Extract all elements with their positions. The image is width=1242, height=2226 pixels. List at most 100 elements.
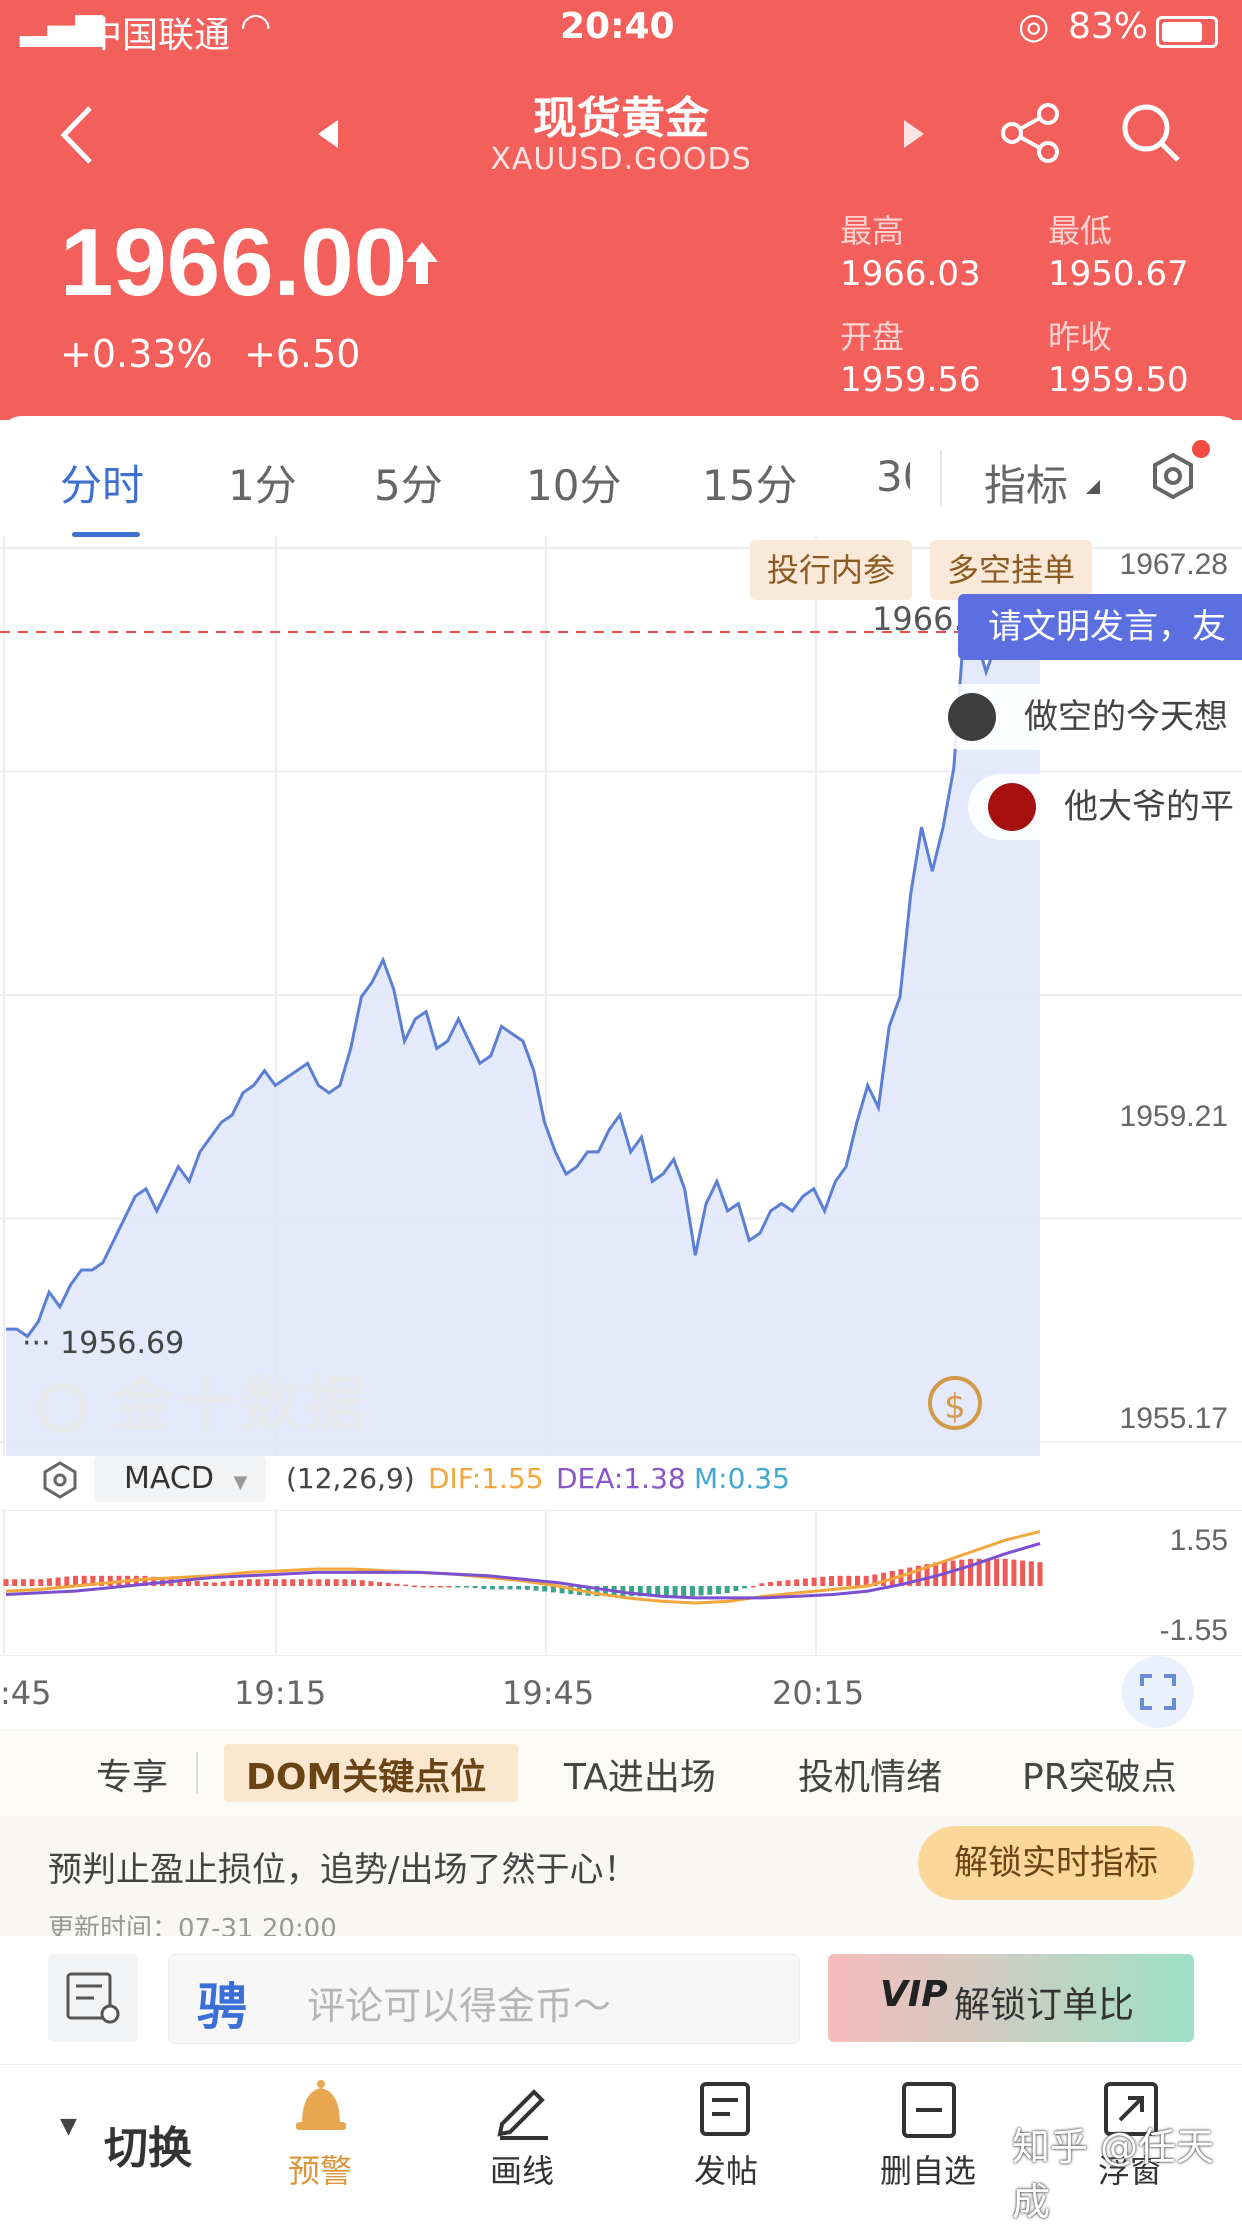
- macd-bar: [264, 1579, 270, 1586]
- macd-selector[interactable]: MACD ▼: [94, 1456, 266, 1502]
- tab-intraday[interactable]: 分时: [60, 452, 144, 513]
- stat-low-label: 最低: [1048, 212, 1113, 250]
- macd-bar: [829, 1576, 834, 1586]
- macd-bar: [246, 1579, 252, 1586]
- macd-bar: [802, 1578, 808, 1586]
- subtab-breakout[interactable]: PR突破点: [1022, 1748, 1177, 1800]
- search-icon[interactable]: [1118, 100, 1184, 166]
- unlock-indicator-button[interactable]: 解锁实时指标: [918, 1826, 1194, 1900]
- subtab-dom[interactable]: DOM关键点位: [246, 1748, 486, 1800]
- current-price-tag: 1966.: [872, 600, 964, 638]
- macd-settings-icon[interactable]: [42, 1460, 78, 1500]
- chevron-down-icon: ▼: [233, 1472, 248, 1493]
- settings-gear-icon[interactable]: [1148, 450, 1198, 504]
- intraday-price-chart[interactable]: [0, 536, 1242, 1456]
- tab-5min[interactable]: 5分: [374, 452, 443, 513]
- nav-draw[interactable]: 画线: [452, 2146, 592, 2192]
- subtab-sentiment[interactable]: 投机情绪: [798, 1748, 942, 1800]
- stat-prevclose-value: 1959.50: [1048, 360, 1189, 400]
- macd-bar: [785, 1580, 791, 1586]
- tab-30min[interactable]: 30: [876, 452, 910, 501]
- stat-prevclose-label: 昨收: [1048, 318, 1113, 356]
- stat-high-label: 最高: [840, 212, 905, 250]
- macd-bar: [498, 1586, 504, 1590]
- macd-bar: [776, 1581, 782, 1586]
- macd-bar: [1028, 1561, 1034, 1586]
- wifi-icon: ◠: [240, 6, 272, 47]
- macd-bar: [1011, 1559, 1017, 1586]
- lock-rotation-icon: ◎: [1018, 6, 1050, 47]
- macd-bar: [733, 1586, 739, 1591]
- switch-button[interactable]: 切换: [104, 2112, 192, 2176]
- macd-bar: [377, 1582, 383, 1586]
- nav-remove-watchlist[interactable]: 删自选: [858, 2146, 998, 2192]
- macd-bar: [768, 1582, 774, 1586]
- macd-bar: [446, 1586, 452, 1588]
- next-instrument-icon[interactable]: [898, 116, 928, 152]
- unlock-order-ratio-label: 解锁订单比: [954, 1985, 1135, 2026]
- macd-params: (12,26,9): [286, 1462, 415, 1495]
- macd-bar: [38, 1579, 44, 1586]
- comment-bubble[interactable]: 他大爷的平: [968, 774, 1242, 840]
- macd-bar: [255, 1579, 261, 1586]
- macd-bar: [820, 1576, 826, 1586]
- macd-bar: [351, 1579, 357, 1586]
- order-book-button[interactable]: 多空挂单: [930, 540, 1092, 600]
- macd-bar: [411, 1585, 417, 1587]
- carrier-label: 中国联通: [86, 15, 231, 56]
- macd-bar: [542, 1586, 548, 1592]
- coin-reward-icon[interactable]: $: [928, 1376, 982, 1430]
- macd-bar: [490, 1586, 496, 1590]
- macd-bar: [837, 1575, 843, 1586]
- investment-research-button[interactable]: 投行内参: [750, 540, 912, 600]
- fullscreen-button[interactable]: [1122, 1656, 1194, 1728]
- subtab-ta[interactable]: TA进出场: [564, 1748, 716, 1800]
- macd-bar: [55, 1577, 61, 1586]
- notes-icon: [66, 1972, 120, 2024]
- tab-10min[interactable]: 10分: [526, 452, 621, 513]
- y-label-mid: 1959.21: [1119, 1100, 1228, 1133]
- dropdown-caret-icon: [1086, 480, 1100, 494]
- macd-bar: [333, 1579, 339, 1586]
- notification-dot: [1192, 440, 1210, 458]
- bell-icon: [296, 2080, 346, 2130]
- macd-bar: [994, 1558, 1000, 1586]
- fullscreen-icon: [1140, 1674, 1176, 1710]
- source-watermark: 知乎 @任天成: [1012, 2125, 1215, 2224]
- watermark-logo: 金十数据: [36, 1356, 369, 1443]
- macd-bar: [438, 1586, 443, 1588]
- indicator-menu[interactable]: 指标: [984, 452, 1068, 513]
- y-label-bottom: 1955.17: [1119, 1402, 1228, 1435]
- unlock-order-ratio-button[interactable]: VIP 解锁订单比: [828, 1954, 1194, 2042]
- macd-bar: [855, 1575, 860, 1586]
- nav-post[interactable]: 发帖: [656, 2146, 796, 2192]
- up-arrow-icon: [406, 242, 438, 284]
- macd-chart[interactable]: [0, 1510, 1242, 1656]
- dea-line: [5, 1542, 1041, 1600]
- macd-dif: DIF:1.55: [428, 1462, 544, 1495]
- tab-1min[interactable]: 1分: [228, 452, 297, 513]
- macd-bar: [385, 1582, 391, 1586]
- comment-input[interactable]: 骋 评论可以得金币～: [168, 1954, 800, 2044]
- macd-bar: [516, 1586, 522, 1590]
- comment-bubble[interactable]: 请文明发言，友: [958, 594, 1242, 660]
- promo-text: 预判止盈止损位，追势/出场了然于心！: [48, 1850, 638, 1890]
- notes-button[interactable]: [48, 1954, 138, 2042]
- macd-bar: [420, 1586, 426, 1588]
- tab-15min[interactable]: 15分: [702, 452, 797, 513]
- macd-bar: [507, 1586, 513, 1590]
- macd-bar: [229, 1580, 235, 1586]
- comment-bubble[interactable]: 做空的今天想: [930, 684, 1242, 750]
- nav-alert[interactable]: 预警: [250, 2146, 390, 2192]
- macd-m: M:0.35: [694, 1462, 790, 1495]
- macd-bar: [272, 1579, 278, 1586]
- subtab-divider: [196, 1752, 198, 1794]
- subtab-exclusive[interactable]: 专享: [96, 1748, 168, 1800]
- avatar: [988, 783, 1036, 831]
- macd-bar: [238, 1579, 244, 1586]
- tab-divider: [940, 450, 942, 506]
- macd-bar: [811, 1577, 817, 1586]
- macd-bar: [533, 1586, 539, 1591]
- share-icon[interactable]: [998, 100, 1064, 166]
- macd-bar: [950, 1560, 956, 1586]
